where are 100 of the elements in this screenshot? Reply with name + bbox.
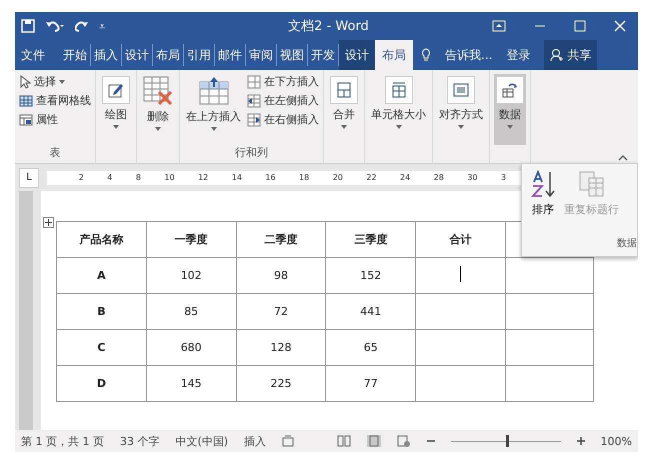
table-cell: 225 [236,366,326,402]
table-cell: 65 [326,330,416,366]
collapse-ribbon-icon[interactable] [618,155,628,161]
merge-button[interactable]: 合并 [328,74,360,145]
zoom-percent[interactable]: 100% [600,434,632,448]
ribbon-tab[interactable]: 文件 [15,44,60,66]
delete-button[interactable]: 删除 [141,74,175,145]
zoom-in-icon[interactable] [576,437,585,445]
ruler-number: 18 [299,173,310,182]
column-header: 一季度 [146,222,236,258]
table-cell: 98 [236,258,326,294]
ribbon-tab[interactable]: 设计 [339,40,375,70]
ribbon-tab[interactable]: 插入 [91,44,122,66]
column-header: 产品名称 [56,222,146,258]
table-cell: 680 [146,330,236,366]
table-cell: 102 [146,258,236,294]
group-label: 表 [50,146,60,159]
ribbon-tab[interactable]: 引用 [184,44,215,66]
text-cursor [460,266,462,282]
ruler-number: 12 [198,173,208,182]
cell-size-icon [390,82,406,98]
properties-icon [19,114,33,126]
draw-button[interactable]: 绘图 [100,74,132,145]
ribbon-tab[interactable]: 布局 [375,40,413,70]
tell-me-field[interactable]: 告诉我... [445,46,492,64]
table-move-handle[interactable] [43,217,54,228]
group-label: 行和列 [235,146,268,159]
insert-above-icon [198,76,228,106]
dropdown-arrow-icon [210,127,216,131]
pointer-icon [19,74,31,88]
word-count: 33 个字 [120,434,160,448]
insert-mode-label: 插入 [244,434,266,448]
dropdown-arrow-icon [113,125,119,129]
table-cell: 145 [146,366,236,402]
insert-left-button[interactable]: 在左侧插入 [247,93,319,108]
ruler-number: 24 [400,173,410,182]
dropdown-arrow-icon [155,127,161,131]
ruler-number: 2 [78,173,84,182]
table-cell: A [56,258,146,294]
language-label: 中文(中国) [175,434,228,448]
ribbon-tab[interactable]: 设计 [122,44,153,66]
sort-button[interactable]: 排序 [530,170,556,236]
ruler-number: 30 [467,173,478,182]
select-button[interactable]: 选择 [19,74,91,89]
ruler-number: 10 [164,173,175,182]
caret-icon [59,80,65,84]
maximize-icon[interactable] [574,20,586,32]
zoom-slider-thumb[interactable] [506,434,509,446]
table-cell: B [56,294,146,330]
insert-below-button[interactable]: 在下方插入 [247,74,319,89]
undo-icon[interactable] [45,19,65,33]
ribbon-tab[interactable]: 布局 [153,44,184,66]
person-icon [550,48,564,62]
sort-icon [530,170,556,198]
share-button[interactable]: 共享 [544,40,598,70]
web-layout-icon[interactable] [396,435,411,447]
column-header: 二季度 [236,222,326,258]
insert-above-button[interactable]: 在上方插入 [184,74,243,145]
insert-right-button[interactable]: 在右侧插入 [247,112,319,127]
properties-button[interactable]: 属性 [19,112,91,127]
alignment-button[interactable]: 对齐方式 [437,74,485,145]
table-cell: 128 [236,330,326,366]
redo-icon[interactable] [75,19,89,33]
ribbon-tab[interactable]: 审阅 [246,44,277,66]
ribbon-tab[interactable]: 开始 [60,44,91,66]
page-count: 第 1 页，共 1 页 [21,434,104,448]
tab-selector[interactable]: L [19,168,39,188]
ribbon-tab[interactable]: 邮件 [215,44,246,66]
ruler-number: 3 [500,173,506,182]
gridlines-icon [19,94,33,106]
pencil-icon [108,82,124,98]
ruler-number: 22 [366,173,377,182]
cell-size-button[interactable]: 单元格大小 [369,74,428,145]
delete-table-icon [143,76,173,106]
ruler-number: 4 [107,173,112,182]
ruler-number: 20 [332,173,343,182]
table-cell: 72 [236,294,326,330]
insert-left-icon [247,94,261,108]
customize-button[interactable]: ⩡ [99,20,105,32]
alignment-icon [453,82,469,98]
ribbon-display-icon[interactable] [492,20,506,32]
dropdown-arrow-icon [341,125,347,129]
data-icon [502,82,518,98]
read-mode-icon[interactable] [336,435,351,447]
lightbulb-icon [421,48,431,62]
group-label: 数据 [617,238,637,249]
data-button[interactable]: 数据 [494,74,526,145]
table-cell: D [56,366,146,402]
dropdown-arrow-icon [458,125,464,129]
sign-in-link[interactable]: 登录 [506,46,530,64]
view-gridlines-button[interactable]: 查看网格线 [19,93,91,108]
ribbon-tab[interactable]: 视图 [277,44,308,66]
ruler-number: 16 [265,173,276,182]
column-header: 合计 [416,222,506,258]
table-cell: 152 [326,258,416,294]
save-icon[interactable] [21,19,35,33]
close-icon[interactable] [614,20,626,32]
print-layout-icon[interactable] [366,435,381,447]
table-cell: 441 [326,294,416,330]
ruler-number: 8 [136,173,141,182]
